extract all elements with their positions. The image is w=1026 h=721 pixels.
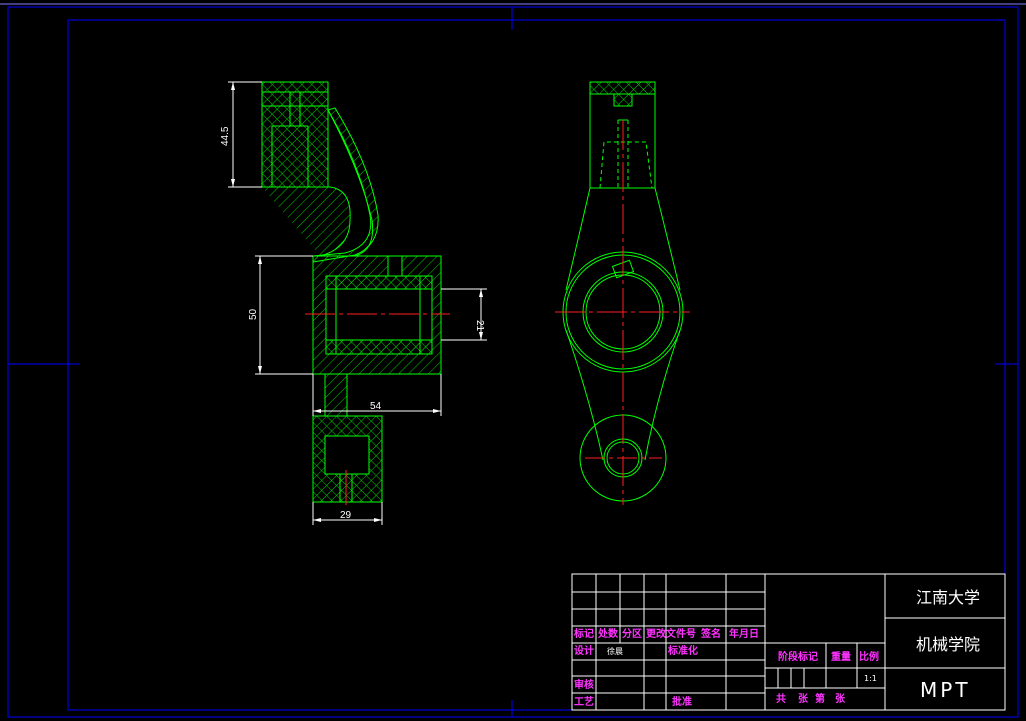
tb-label-date: 年月日: [729, 627, 759, 640]
drawing-frame: [7, 6, 1019, 718]
tb-label-scale: 比例: [859, 650, 879, 663]
tb-label-count: 处数: [597, 627, 619, 640]
dim-54-label: 54: [370, 401, 382, 412]
tb-label-mark: 标记: [573, 627, 594, 640]
tb-label-stage-mark: 阶段标记: [778, 650, 818, 663]
tb-designer-name: 徐晨: [607, 646, 623, 656]
side-view-centerlines: [555, 120, 690, 505]
tb-label-design: 设计: [574, 644, 594, 657]
tb-label-standardize: 标准化: [667, 644, 698, 657]
dim-29-label: 29: [340, 510, 352, 521]
tb-label-weight: 重量: [831, 650, 851, 663]
tb-department-name: 机械学院: [916, 635, 980, 654]
dim-44-5-label: 44.5: [220, 126, 231, 146]
tb-school-name: 江南大学: [916, 588, 980, 607]
tb-label-signature: 签名: [700, 627, 721, 640]
tb-label-sheets-total: 共: [776, 692, 786, 705]
dim-21-label: 21: [474, 320, 485, 332]
tb-part-name: MPT: [920, 678, 971, 702]
tb-label-sheets-unit1: 张: [798, 692, 809, 705]
tb-label-approve: 批准: [672, 695, 692, 708]
front-section-view: [261, 81, 442, 503]
tb-label-sheets-unit2: 张: [835, 692, 846, 705]
cad-drawing-canvas: 44.5 50 21 54 29 标记 处数 分区 更改文件号 签名 年月日 设…: [0, 3, 1026, 718]
tb-scale-value: 1:1: [864, 674, 877, 683]
tb-label-zone: 分区: [622, 627, 642, 640]
tb-label-sheet-no: 第: [815, 692, 825, 705]
tb-label-process: 工艺: [574, 695, 594, 708]
dim-50-label: 50: [248, 308, 259, 320]
tb-label-change-doc: 更改文件号: [646, 627, 696, 640]
tb-label-review: 审核: [574, 678, 594, 691]
